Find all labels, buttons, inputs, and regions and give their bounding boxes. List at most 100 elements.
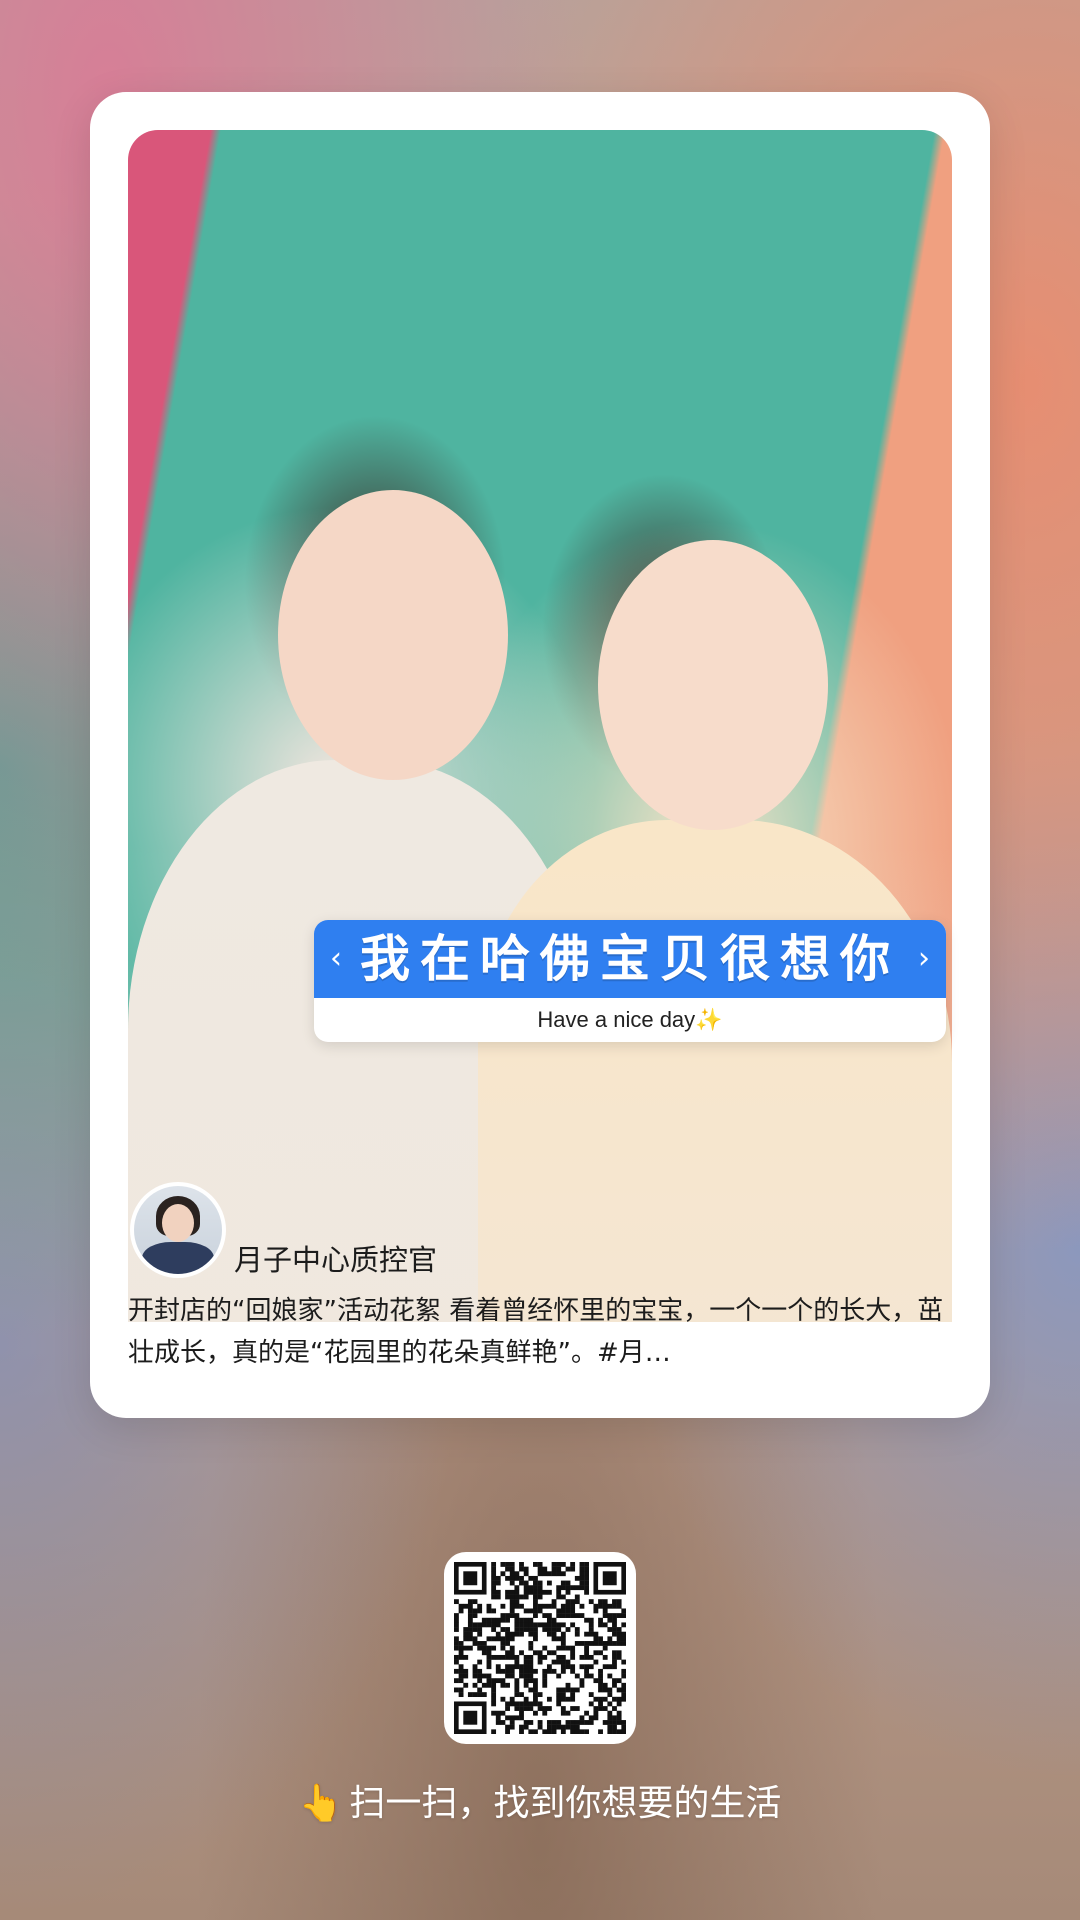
qr-module (505, 1566, 510, 1572)
qr-module (454, 1641, 459, 1646)
qr-module (514, 1701, 520, 1707)
qr-module (612, 1678, 617, 1684)
qr-module (593, 1710, 599, 1716)
qr-module (551, 1617, 557, 1623)
qr-module (584, 1645, 590, 1651)
qr-module (491, 1678, 497, 1684)
qr-module (537, 1585, 543, 1591)
qr-module (542, 1654, 548, 1660)
qr-module (551, 1729, 557, 1734)
qr-module (560, 1654, 566, 1660)
author-name[interactable]: 月子中心质控官 (234, 1240, 437, 1280)
qr-module (491, 1585, 497, 1591)
qr-module (458, 1692, 464, 1698)
qr-module (491, 1729, 497, 1734)
qr-module (570, 1645, 576, 1651)
qr-module (616, 1696, 622, 1702)
qr-module (551, 1562, 557, 1567)
qr-module (546, 1720, 552, 1725)
qr-module (560, 1645, 566, 1651)
qr-module (588, 1673, 594, 1679)
qr-module (528, 1720, 534, 1725)
qr-module (472, 1641, 478, 1646)
qr-module (454, 1687, 459, 1693)
qr-module (612, 1664, 617, 1670)
qr-module (584, 1710, 590, 1716)
qr-module (560, 1696, 566, 1702)
qr-module (454, 1613, 459, 1618)
qr-module (514, 1682, 520, 1688)
qr-module (528, 1627, 534, 1632)
qr-module (509, 1701, 515, 1707)
qr-finder-pattern (463, 1710, 478, 1725)
qr-module (519, 1668, 524, 1674)
qr-module (537, 1650, 543, 1656)
qr-module (495, 1636, 501, 1642)
qr-module (612, 1631, 617, 1637)
qr-module (570, 1566, 576, 1572)
qr-module (602, 1622, 608, 1628)
qr-module (528, 1622, 534, 1628)
qr-module (519, 1715, 524, 1721)
qr-module (579, 1562, 585, 1567)
qr-module (491, 1589, 497, 1595)
qr-module (598, 1729, 603, 1734)
qr-module (463, 1636, 469, 1642)
qr-module (584, 1566, 590, 1572)
qr-module (607, 1715, 613, 1721)
qr-module (519, 1692, 524, 1698)
qr-module (542, 1622, 548, 1628)
qr-module (528, 1654, 534, 1660)
qr-module (491, 1608, 497, 1614)
qr-module (565, 1589, 571, 1595)
qr-module (602, 1645, 608, 1651)
qr-module (556, 1613, 562, 1618)
qr-module (570, 1696, 576, 1702)
qr-module (542, 1682, 548, 1688)
qr-module (593, 1706, 599, 1711)
qr-module (454, 1678, 459, 1684)
qr-module (528, 1608, 534, 1614)
qr-module (454, 1668, 459, 1674)
qr-module (533, 1636, 538, 1642)
qr-module (607, 1627, 613, 1632)
qr-module (463, 1627, 469, 1632)
qr-module (542, 1706, 548, 1711)
qr-module (621, 1636, 626, 1642)
qr-module (514, 1659, 520, 1665)
qr-module (500, 1571, 506, 1577)
qr-module (579, 1580, 585, 1586)
qr-module (537, 1692, 543, 1698)
qr-module (491, 1571, 497, 1577)
qr-module (612, 1715, 617, 1721)
qr-module (458, 1673, 464, 1679)
qr-module (533, 1585, 538, 1591)
qr-module (593, 1650, 599, 1656)
post-description: 开封店的“回娘家”活动花絮 看着曾经怀里的宝宝，一个一个的长大，茁壮成长，真的是… (128, 1296, 944, 1368)
qr-module (560, 1664, 566, 1670)
qr-module (537, 1720, 543, 1725)
qr-module (607, 1641, 613, 1646)
post-photo[interactable] (128, 130, 952, 1322)
avatar[interactable] (130, 1182, 226, 1278)
qr-module (477, 1659, 483, 1665)
qr-module (458, 1645, 464, 1651)
qr-module (565, 1664, 571, 1670)
qr-module (533, 1710, 538, 1716)
qr-module (505, 1589, 510, 1595)
qr-module (621, 1687, 626, 1693)
qr-module (500, 1710, 506, 1716)
qr-module (598, 1641, 603, 1646)
qr-module (528, 1729, 534, 1734)
qr-module (574, 1585, 580, 1591)
qr-module (560, 1729, 566, 1734)
chevron-left-icon: ‹ (330, 941, 342, 976)
qr-module (570, 1668, 576, 1674)
post-card[interactable]: ‹ 我在哈佛宝贝很想你 › Have a nice day✨ 月子中心质控官 开… (90, 92, 990, 1418)
qr-module (621, 1729, 626, 1734)
qr-module (607, 1710, 613, 1716)
qr-module (579, 1715, 585, 1721)
scan-call-to-action: 👆 扫一扫，找到你想要的生活 (0, 1780, 1080, 1828)
qr-module (523, 1659, 529, 1665)
qr-module (551, 1720, 557, 1725)
